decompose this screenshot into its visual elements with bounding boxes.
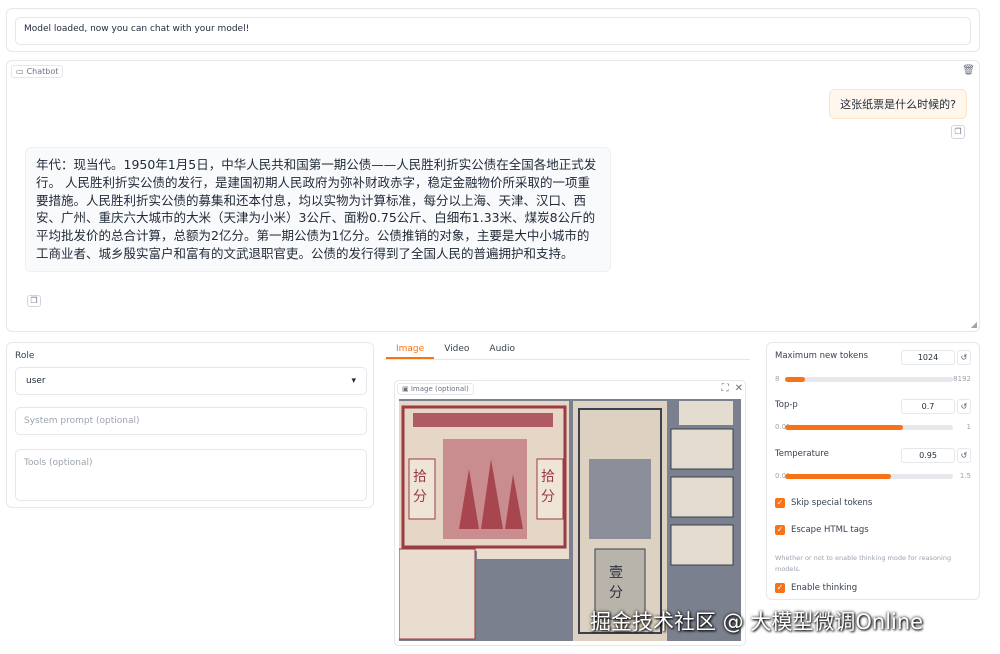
fullscreen-icon[interactable]: ⛶ — [722, 383, 729, 394]
top-p-input[interactable]: 0.7 — [901, 399, 955, 414]
top-p-label: Top-p — [775, 400, 798, 410]
tab-audio[interactable]: Audio — [479, 342, 525, 359]
skip-special-tokens-checkbox[interactable]: ✓ Skip special tokens — [775, 498, 872, 508]
thinking-hint: Whether or not to enable thinking mode f… — [775, 554, 952, 573]
input-panel: Role user ▾ System prompt (optional) Too… — [6, 342, 374, 508]
tab-image[interactable]: Image — [386, 342, 435, 359]
status-text: Model loaded, now you can chat with your… — [15, 17, 971, 45]
chatbot-panel: ▭ Chatbot 🗑 这张纸票是什么时候的? ❐ 年代：现当代。1950年1月… — [6, 60, 980, 332]
media-tabs: Image Video Audio — [386, 342, 750, 360]
enable-thinking-checkbox[interactable]: ✓ Enable thinking — [775, 583, 857, 593]
image-label-text: Image (optional) — [410, 385, 469, 393]
resize-handle-icon[interactable]: ◢ — [971, 320, 977, 329]
check-icon: ✓ — [775, 583, 785, 593]
params-panel: Maximum new tokens 1024 ↺ 8 8192 Top-p 0… — [766, 342, 980, 600]
image-tools: ⛶ ✕ — [722, 383, 743, 394]
top-p-max: 1 — [966, 423, 971, 431]
slider-fill — [785, 425, 903, 430]
bond-image: 拾 分 拾 分 壹 分 — [399, 399, 741, 641]
chatbot-label-text: Chatbot — [26, 67, 59, 76]
copy-icon[interactable]: ❐ — [27, 295, 41, 307]
bond-photo: 拾 分 拾 分 壹 分 — [399, 399, 741, 641]
temperature-max: 1.5 — [959, 472, 971, 480]
escape-html-checkbox[interactable]: ✓ Escape HTML tags — [775, 525, 869, 535]
chat-icon: ▭ — [16, 67, 24, 76]
watermark: 掘金技术社区 @ 大模型微调Online — [590, 610, 924, 634]
image-icon: ▣ — [402, 385, 409, 393]
max-tokens-max: 8192 — [953, 375, 971, 383]
top-p-slider[interactable] — [785, 425, 953, 430]
temperature-label: Temperature — [775, 449, 829, 459]
svg-text:拾: 拾 — [413, 469, 427, 485]
role-dropdown[interactable]: user ▾ — [15, 367, 367, 395]
reset-icon[interactable]: ↺ — [957, 399, 971, 414]
escape-html-label: Escape HTML tags — [791, 525, 869, 535]
check-icon: ✓ — [775, 525, 785, 535]
trash-icon[interactable]: 🗑 — [962, 65, 975, 76]
bot-message: 年代：现当代。1950年1月5日，中华人民共和国第一期公债——人民胜利折实公债在… — [25, 147, 611, 272]
svg-text:拾: 拾 — [541, 469, 555, 485]
max-tokens-label: Maximum new tokens — [775, 351, 869, 361]
svg-text:分: 分 — [413, 489, 427, 505]
svg-text:壹: 壹 — [609, 565, 623, 581]
reset-icon[interactable]: ↺ — [957, 448, 971, 463]
status-panel: Model loaded, now you can chat with your… — [6, 8, 980, 52]
temperature-input[interactable]: 0.95 — [901, 448, 955, 463]
max-tokens-input[interactable]: 1024 — [901, 350, 955, 365]
role-label: Role — [15, 351, 35, 361]
copy-icon[interactable]: ❐ — [951, 125, 965, 139]
check-icon: ✓ — [775, 498, 785, 508]
svg-text:分: 分 — [541, 489, 555, 505]
slider-fill — [785, 474, 891, 479]
temperature-slider[interactable] — [785, 474, 953, 479]
tab-video[interactable]: Video — [434, 342, 479, 359]
enable-thinking-label: Enable thinking — [791, 583, 858, 593]
reset-icon[interactable]: ↺ — [957, 350, 971, 365]
system-prompt-input[interactable]: System prompt (optional) — [15, 407, 367, 435]
svg-text:分: 分 — [609, 585, 623, 601]
caret-down-icon: ▾ — [351, 376, 356, 386]
image-label: ▣ Image (optional) — [397, 383, 474, 395]
tools-input[interactable]: Tools (optional) — [15, 449, 367, 501]
max-tokens-min: 8 — [775, 375, 780, 383]
chatbot-label: ▭ Chatbot — [11, 65, 64, 78]
slider-fill — [785, 377, 806, 382]
user-message: 这张纸票是什么时候的? — [829, 89, 967, 119]
skip-special-label: Skip special tokens — [791, 498, 873, 508]
role-value: user — [26, 376, 46, 386]
max-tokens-slider[interactable] — [785, 377, 953, 382]
close-icon[interactable]: ✕ — [735, 383, 743, 394]
